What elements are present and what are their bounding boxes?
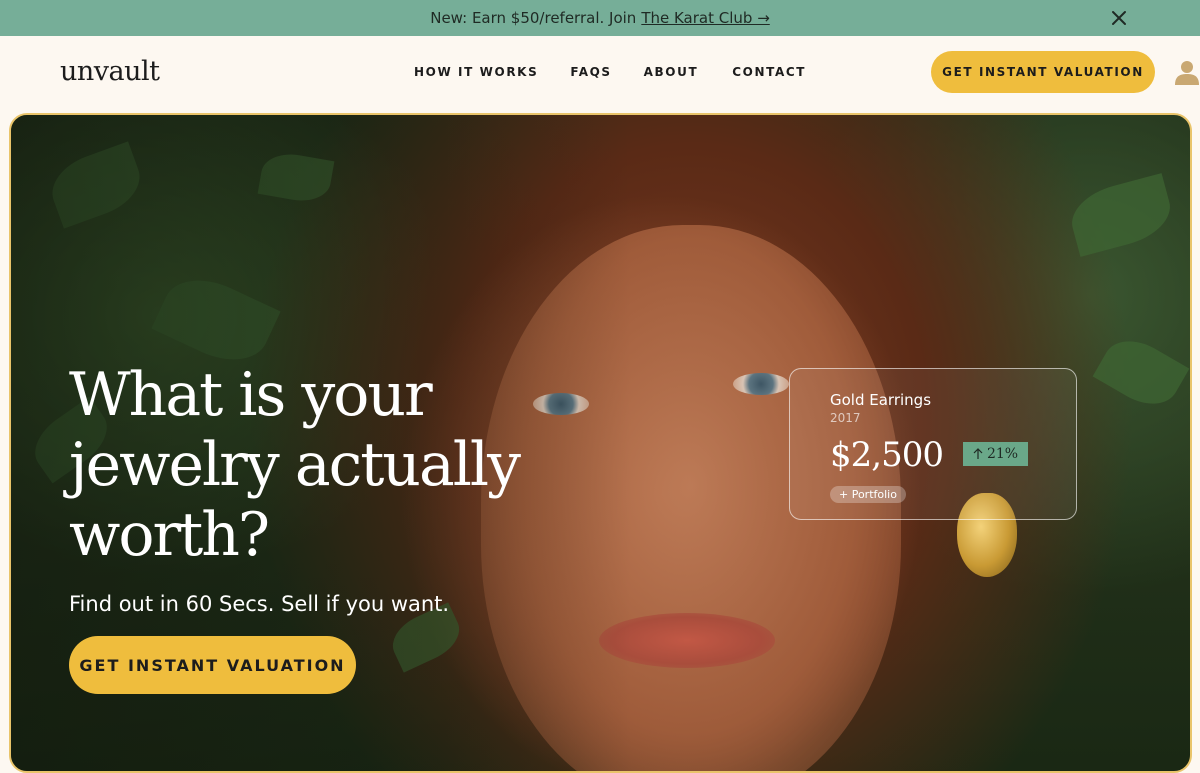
karat-club-link[interactable]: The Karat Club →: [641, 9, 769, 27]
user-icon[interactable]: [1174, 59, 1200, 85]
main-nav: HOW IT WORKS FAQS ABOUT CONTACT: [414, 65, 806, 79]
site-header: unvault HOW IT WORKS FAQS ABOUT CONTACT …: [0, 36, 1200, 112]
valuation-card: Gold Earrings 2017 $2,500 21% + Portfoli…: [789, 368, 1077, 520]
card-year: 2017: [830, 411, 861, 425]
announcement-text: New: Earn $50/referral. Join: [430, 9, 637, 27]
card-item-name: Gold Earrings: [830, 391, 932, 409]
nav-faqs[interactable]: FAQS: [570, 65, 611, 79]
leaf-decoration: [1092, 328, 1190, 417]
nav-how-it-works[interactable]: HOW IT WORKS: [414, 65, 538, 79]
card-price: $2,500: [830, 435, 944, 475]
change-badge: 21%: [963, 442, 1028, 466]
nav-about[interactable]: ABOUT: [644, 65, 699, 79]
change-value: 21%: [986, 446, 1019, 462]
portrait-eye: [733, 373, 789, 395]
close-icon[interactable]: [1110, 9, 1128, 27]
nav-contact[interactable]: CONTACT: [732, 65, 806, 79]
hero-title: What is your jewelry actually worth?: [69, 360, 521, 570]
leaf-decoration: [1064, 173, 1178, 257]
announcement-bar: New: Earn $50/referral. Join The Karat C…: [0, 0, 1200, 36]
hero-valuation-button[interactable]: GET INSTANT VALUATION: [69, 636, 356, 694]
logo[interactable]: unvault: [60, 56, 160, 87]
header-valuation-button[interactable]: GET INSTANT VALUATION: [931, 51, 1155, 93]
hero-subtitle: Find out in 60 Secs. Sell if you want.: [69, 592, 450, 616]
add-portfolio-button[interactable]: + Portfolio: [830, 486, 906, 503]
arrow-up-icon: [973, 448, 983, 459]
